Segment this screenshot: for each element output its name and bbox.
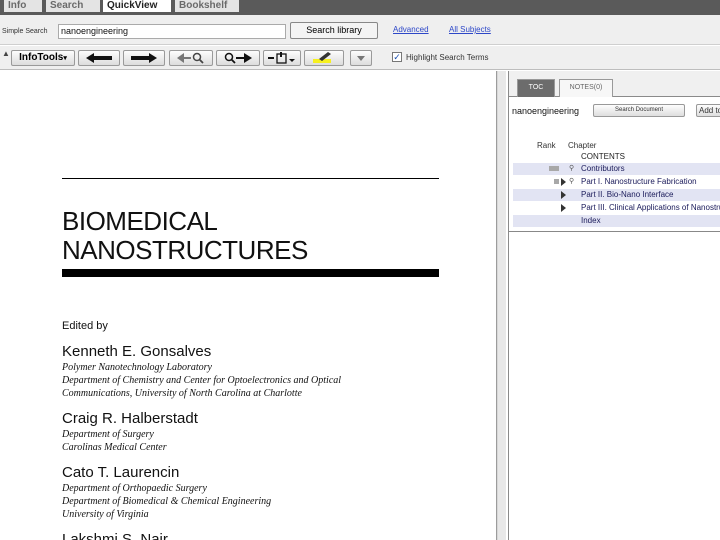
previous-hit-icon [177,52,204,64]
search-document-button[interactable]: Search Document [593,104,685,117]
next-hit-icon [224,52,252,64]
editor-name: Kenneth E. Gonsalves [62,343,212,360]
add-to-button[interactable]: Add to [696,104,720,117]
chevron-down-icon: ▾ [63,55,67,62]
search-hit-icon: ⚲ [569,165,575,172]
toc-row[interactable]: Part II. Bio-Nano Interface [513,189,720,201]
top-tab-bar: Info Search QuickView Bookshelf [0,0,720,15]
simple-search-label: Simple Search [2,28,48,35]
more-dropdown-icon [357,56,365,61]
search-library-button[interactable]: Search library [290,22,378,39]
tab-toc[interactable]: TOC [517,79,555,97]
search-hit-icon: ⚲ [569,178,575,185]
editor-affiliation: University of Virginia [62,509,149,520]
expand-triangle-icon[interactable] [561,204,566,212]
toc-row-label: Index [581,216,601,225]
expand-triangle-icon[interactable] [561,191,566,199]
editor-name: Craig R. Halberstadt [62,410,198,427]
back-arrow-icon [86,53,112,63]
more-dropdown-button[interactable] [350,50,372,66]
toc-row-label: Part II. Bio-Nano Interface [581,190,674,199]
toc-row-label: CONTENTS [581,152,625,161]
toc-divider [509,231,720,232]
expand-triangle-icon[interactable] [561,178,566,186]
editor-affiliation: Department of Orthopaedic Surgery [62,483,207,494]
editor-affiliation: Communications, University of North Caro… [62,388,302,399]
forward-arrow-icon [131,53,157,63]
toc-row-label: Contributors [581,164,625,173]
tab-bookshelf[interactable]: Bookshelf [175,0,239,12]
next-hit-button[interactable] [216,50,260,66]
highlight-search-terms-checkbox[interactable]: ✓ [392,52,402,62]
highlight-search-terms-label: Highlight Search Terms [406,53,489,62]
document-scrollbar[interactable] [498,71,506,540]
book-title-line-1: BIOMEDICAL [62,206,218,236]
highlighter-icon [313,52,331,63]
tab-notes[interactable]: NOTES(0) [559,79,613,97]
book-page: BIOMEDICAL NANOSTRUCTURES Edited by Kenn… [0,71,497,540]
toc-row-label: Part I. Nanostructure Fabrication [581,177,697,186]
infotools-label: InfoTools [19,52,64,63]
previous-hit-button[interactable] [169,50,213,66]
panel-tabs: TOC NOTES(0) [509,71,720,97]
toc-row[interactable]: ⚲ Contributors [513,163,720,175]
rank-bar [549,166,559,171]
bookmark-add-icon [268,52,295,64]
title-rule-top [62,178,439,179]
toc-row[interactable]: CONTENTS [513,151,720,163]
toc-row-label: Part III. Clinical Applications of Nanos… [581,203,720,212]
advanced-search-link[interactable]: Advanced [393,25,429,34]
rank-column-header: Rank [537,141,556,150]
editor-affiliation: Carolinas Medical Center [62,442,167,453]
editor-name: Lakshmi S. Nair [62,531,168,540]
bookmark-add-button[interactable] [263,50,301,66]
title-rule-bottom [62,269,439,277]
document-toolbar: ▲ InfoTools▾ ✓ Highlight Search Terms [0,46,720,70]
chapter-column-header: Chapter [568,141,597,150]
pin-icon: ▲ [2,49,10,58]
book-title-line-2: NANOSTRUCTURES [62,235,308,265]
forward-arrow-button[interactable] [123,50,165,66]
tab-search[interactable]: Search [46,0,100,12]
document-viewer[interactable]: BIOMEDICAL NANOSTRUCTURES Edited by Kenn… [0,71,506,540]
toc-row[interactable]: Index [513,215,720,227]
edited-by-label: Edited by [62,320,108,332]
toc-row[interactable]: Part III. Clinical Applications of Nanos… [513,202,720,214]
editor-affiliation: Polymer Nanotechnology Laboratory [62,362,212,373]
simple-search-bar: Simple Search nanoengineering Search lib… [0,15,720,45]
rank-bar [554,179,559,184]
simple-search-input[interactable]: nanoengineering [58,24,286,39]
editor-affiliation: Department of Chemistry and Center for O… [62,375,342,386]
editor-affiliation: Department of Biomedical & Chemical Engi… [62,496,272,507]
infotools-menu-button[interactable]: InfoTools▾ [11,50,75,66]
back-arrow-button[interactable] [78,50,120,66]
editor-affiliation: Department of Surgery [62,429,154,440]
toc-row[interactable]: ⚲ Part I. Nanostructure Fabrication [513,176,720,188]
document-search-input[interactable]: nanoengineering [512,104,592,118]
highlighter-button[interactable] [304,50,344,66]
editor-name: Cato T. Laurencin [62,464,180,481]
tab-quickview[interactable]: QuickView [103,0,171,12]
tab-info[interactable]: Info [4,0,42,12]
toc-panel: TOC NOTES(0) nanoengineering Search Docu… [508,71,720,540]
all-subjects-link[interactable]: All Subjects [449,25,491,34]
